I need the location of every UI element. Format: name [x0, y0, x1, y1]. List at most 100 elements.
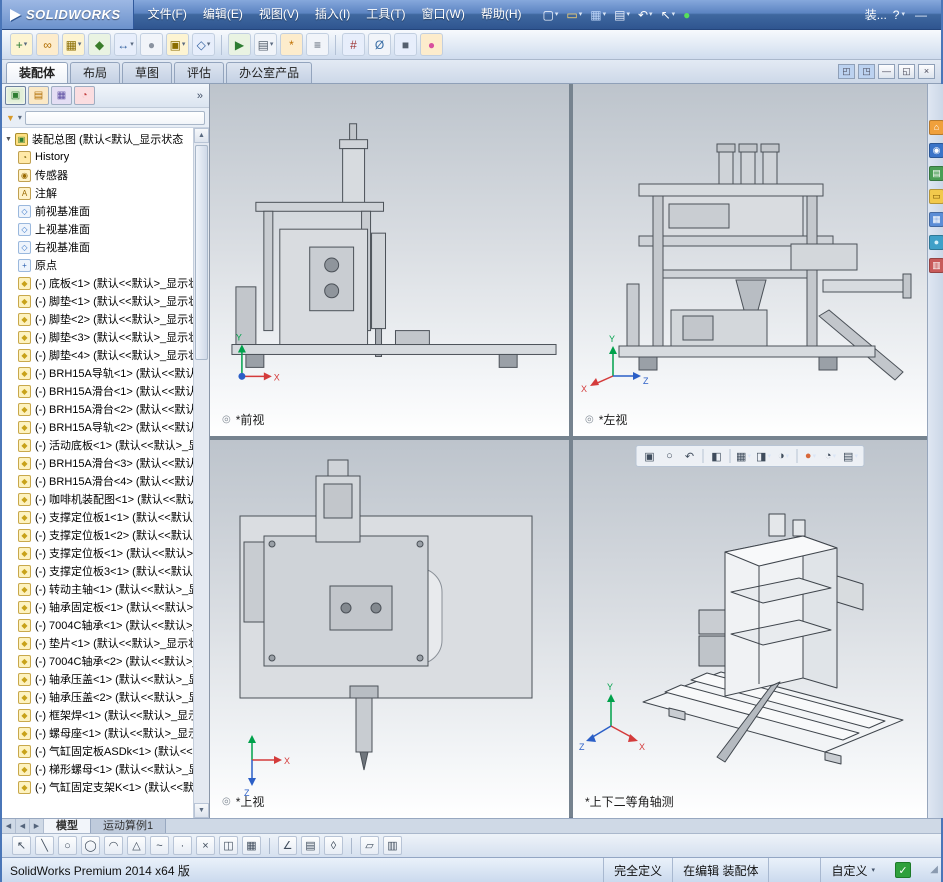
tree-item[interactable]: ◇ 前视基准面 [2, 202, 193, 220]
scrollbar-track[interactable] [194, 143, 209, 803]
open-document-button[interactable]: ▭ ▾ [563, 7, 585, 23]
scroll-down-button[interactable]: ▼ [194, 803, 209, 818]
tree-item[interactable]: ◆ (-) 轴承压盖<2> (默认<<默认>_显 [2, 688, 193, 706]
panel-overflow-button[interactable]: » [194, 90, 206, 102]
sketch-dimension-button[interactable]: ◊ [324, 836, 343, 855]
new-document-button[interactable]: ▢ ▾ [540, 7, 562, 23]
tree-item[interactable]: ◆ (-) BRH15A滑台<2> (默认<<默认 [2, 400, 193, 418]
reference-geometry-button[interactable]: ◇ ▾ [192, 33, 215, 56]
configuration-manager-tab[interactable]: ▦ [51, 86, 72, 105]
tree-item[interactable]: ◆ (-) 脚垫<3> (默认<<默认>_显示状态 [2, 328, 193, 346]
assembly-features-button[interactable]: ▣ ▾ [166, 33, 189, 56]
sketch-line-button[interactable]: ╲ [35, 836, 54, 855]
minimize-document-button[interactable]: — [878, 64, 895, 79]
expander-icon[interactable]: ▼ [5, 136, 15, 143]
sketch-plane-button[interactable]: ▱ [360, 836, 379, 855]
linear-component-pattern-button[interactable]: ▦ ▾ [62, 33, 85, 56]
tree-item[interactable]: ◆ (-) 脚垫<2> (默认<<默认>_显示状态 [2, 310, 193, 328]
tree-item[interactable]: ◆ (-) 底板<1> (默认<<默认>_显示状态 [2, 274, 193, 292]
sketch-ellipse-button[interactable]: ◯ [81, 836, 100, 855]
print-button[interactable]: ▤ ▾ [611, 7, 633, 23]
tree-item[interactable]: ◆ (-) 支撑定位板1<2> (默认<<默认 [2, 526, 193, 544]
nav-next-button[interactable]: ▶ [30, 819, 44, 833]
minimize-app-button[interactable]: — [911, 8, 931, 22]
solidworks-forum-icon[interactable]: ◉ [929, 143, 943, 158]
edit-appearance-button[interactable]: ● ▾ [802, 447, 820, 465]
appearance-button[interactable]: ● [420, 33, 443, 56]
custom-properties-icon[interactable]: ▥ [929, 258, 943, 273]
explode-line-sketch-button[interactable]: ≡ [306, 33, 329, 56]
hide-show-items-button[interactable]: ◑ ▾ [775, 447, 793, 465]
tree-item[interactable]: ◆ (-) 框架焊<1> (默认<<默认>_显示 [2, 706, 193, 724]
tree-item[interactable]: ◆ (-) 脚垫<1> (默认<<默认>_显示状态 [2, 292, 193, 310]
tree-item[interactable]: ◆ (-) BRH15A滑台<3> (默认<<默认 [2, 454, 193, 472]
section-view-button[interactable]: ◧ [708, 447, 726, 465]
zoom-to-area-button[interactable]: ○ [661, 447, 679, 465]
sketch-grid-button[interactable]: ▤ [301, 836, 320, 855]
document-tab-motion-study-1[interactable]: 运动算例1 [91, 819, 167, 833]
zoom-to-fit-button[interactable]: ▣ [641, 447, 659, 465]
tree-item[interactable]: ◆ (-) 梯形螺母<1> (默认<<默认>_显 [2, 760, 193, 778]
sketch-trim-button[interactable]: × [196, 836, 215, 855]
rebuild-button[interactable]: ● [680, 7, 693, 23]
sketch-arc-button[interactable]: ◠ [104, 836, 123, 855]
sketch-mirror-button[interactable]: ◫ [219, 836, 238, 855]
status-custom-dropdown[interactable]: 自定义 ▾ [820, 858, 885, 882]
display-manager-tab[interactable]: ◔ [74, 86, 95, 105]
tree-item[interactable]: ◆ (-) 脚垫<4> (默认<<默认>_显示状态 [2, 346, 193, 364]
menu-item[interactable]: 文件(F) [140, 0, 195, 29]
view-orientation-button[interactable]: ▦ ▾ [735, 447, 753, 465]
sketch-relations-button[interactable]: ∠ [278, 836, 297, 855]
tree-item[interactable]: ◆ (-) 7004C轴承<2> (默认<<默认>_ [2, 652, 193, 670]
resize-grip[interactable]: ◢ [921, 864, 941, 877]
tree-item[interactable]: + 原点 [2, 256, 193, 274]
tab-evaluate[interactable]: 评估 [174, 62, 225, 83]
view-settings-button[interactable]: ▤ ▾ [842, 447, 860, 465]
viewport-front[interactable]: X Y ◎ *前视 [210, 84, 569, 436]
tree-item[interactable]: ◆ (-) 支撑定位板1<1> (默认<<默认 [2, 508, 193, 526]
interference-detection-button[interactable]: # [342, 33, 365, 56]
nav-start-button[interactable]: ◀ [2, 819, 16, 833]
tab-office-products[interactable]: 办公室产品 [226, 62, 313, 83]
appearances-scenes-icon[interactable]: ● [929, 235, 943, 250]
nav-prev-button[interactable]: ◀ [16, 819, 30, 833]
tree-item[interactable]: ◆ (-) 气缸固定支架K<1> (默认<<默 [2, 778, 193, 796]
menu-item[interactable]: 窗口(W) [414, 0, 473, 29]
tree-item[interactable]: ◔ History [2, 148, 193, 166]
smart-fasteners-button[interactable]: ◆ [88, 33, 111, 56]
previous-view-button[interactable]: ↶ [681, 447, 699, 465]
close-document-button[interactable]: × [918, 64, 935, 79]
menu-item[interactable]: 视图(V) [251, 0, 307, 29]
tree-item[interactable]: ◇ 上视基准面 [2, 220, 193, 238]
save-button[interactable]: ▦ ▾ [587, 7, 609, 23]
tree-item[interactable]: ◆ (-) 转动主轴<1> (默认<<默认>_显 [2, 580, 193, 598]
tree-item[interactable]: ◆ (-) BRH15A导轨<1> (默认<<默认 [2, 364, 193, 382]
sketch-pattern-button[interactable]: ▦ [242, 836, 261, 855]
tree-item[interactable]: ◇ 右视基准面 [2, 238, 193, 256]
tab-layout[interactable]: 布局 [70, 62, 121, 83]
tree-filter-input[interactable] [24, 110, 205, 125]
viewport-left[interactable]: Y X Z ◎ *左视 [573, 84, 927, 436]
exploded-view-button[interactable]: * [280, 33, 303, 56]
file-explorer-icon[interactable]: ▭ [929, 189, 943, 204]
tree-scrollbar[interactable]: ▲ ▼ [193, 128, 209, 818]
measure-button[interactable]: Ø [368, 33, 391, 56]
quick-tips-icon[interactable]: ✓ [895, 862, 911, 878]
display-style-button[interactable]: ◨ ▾ [755, 447, 773, 465]
feature-manager-tab[interactable]: ▣ [5, 86, 26, 105]
sketch-select-button[interactable]: ↖ [12, 836, 31, 855]
tree-item[interactable]: ◉ 传感器 [2, 166, 193, 184]
tree-item[interactable]: ◆ (-) 轴承压盖<1> (默认<<默认>_显 [2, 670, 193, 688]
tree-item[interactable]: ◆ (-) BRH15A滑台<1> (默认<<默认 [2, 382, 193, 400]
solidworks-resources-icon[interactable]: ⌂ [929, 120, 943, 135]
split-view-left-button[interactable]: ◰ [838, 64, 855, 79]
property-manager-tab[interactable]: ▤ [28, 86, 49, 105]
tree-item[interactable]: A 注解 [2, 184, 193, 202]
sketch-point-button[interactable]: · [173, 836, 192, 855]
view-palette-icon[interactable]: ▦ [929, 212, 943, 227]
apply-scene-button[interactable]: ◔ ▾ [822, 447, 840, 465]
tree-item[interactable]: ◆ (-) 气缸固定板ASDk<1> (默认<< [2, 742, 193, 760]
tree-item[interactable]: ◆ (-) BRH15A滑台<4> (默认<<默认 [2, 472, 193, 490]
show-hidden-components-button[interactable]: ● [140, 33, 163, 56]
section-view-button[interactable]: ■ [394, 33, 417, 56]
